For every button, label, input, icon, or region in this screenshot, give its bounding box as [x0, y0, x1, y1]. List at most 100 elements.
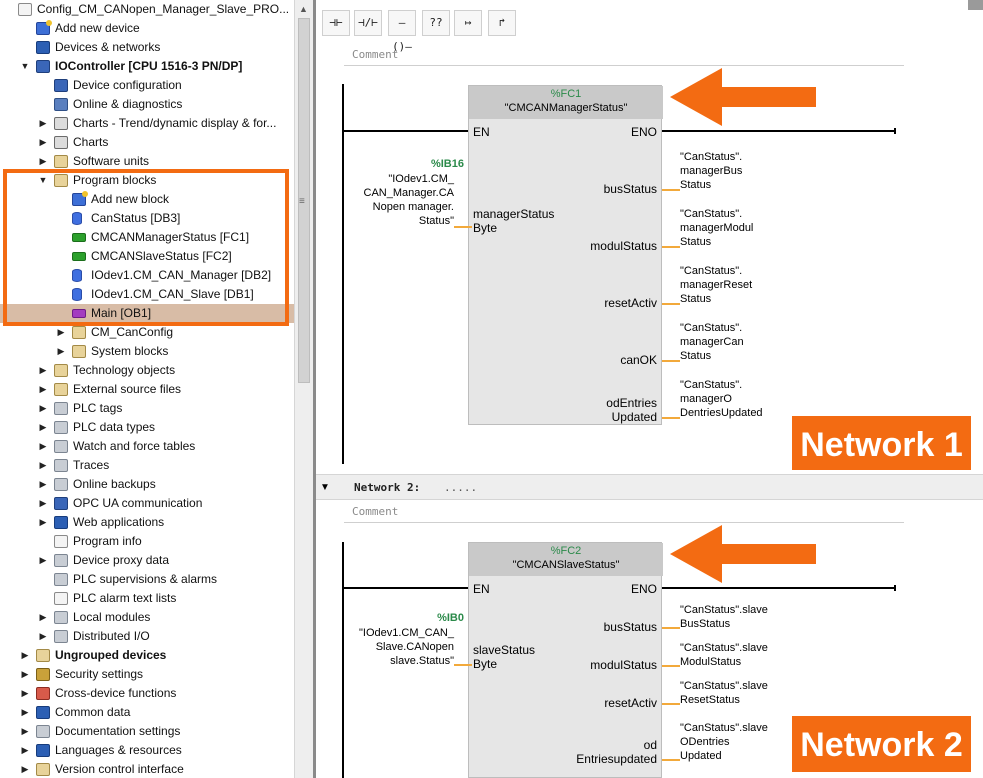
fc2-output-operand[interactable]: "CanStatus".slave ODentries Updated: [680, 721, 768, 763]
collapse-network-icon[interactable]: ▼: [320, 482, 330, 493]
tree-item[interactable]: ▶ Version control interface: [0, 760, 294, 778]
tree-item-label: Device configuration: [73, 78, 182, 92]
tree-item[interactable]: Main [OB1]: [0, 304, 294, 323]
trace-icon: [54, 459, 68, 472]
expand-arrow-icon[interactable]: ▶: [38, 152, 48, 171]
expand-arrow-icon[interactable]: ▶: [56, 323, 66, 342]
tree-item[interactable]: ▶ Web applications: [0, 513, 294, 532]
tree-item[interactable]: Add new device: [0, 19, 294, 38]
tree-item[interactable]: ▼ IOController [CPU 1516-3 PN/DP]: [0, 57, 294, 76]
splitter-grip-icon[interactable]: ≡: [299, 196, 305, 207]
fc1-output-operand[interactable]: "CanStatus". managerReset Status: [680, 264, 752, 306]
expand-arrow-icon[interactable]: ▶: [38, 399, 48, 418]
tree-item[interactable]: ▶ Watch and force tables: [0, 437, 294, 456]
tree-item[interactable]: CMCANSlaveStatus [FC2]: [0, 247, 294, 266]
open-branch-button[interactable]: ↦: [454, 10, 482, 36]
tree-item[interactable]: CMCANManagerStatus [FC1]: [0, 228, 294, 247]
tree-item[interactable]: ▶ CM_CanConfig: [0, 323, 294, 342]
network2-title-placeholder[interactable]: .....: [444, 481, 477, 494]
tree-item[interactable]: ▶ Charts - Trend/dynamic display & for...: [0, 114, 294, 133]
nc-contact-button[interactable]: ⊣/⊢: [354, 10, 382, 36]
tree-item[interactable]: PLC supervisions & alarms: [0, 570, 294, 589]
fc1-output-operand[interactable]: "CanStatus". managerCan Status: [680, 321, 744, 363]
tree-item[interactable]: ▶ Traces: [0, 456, 294, 475]
expand-arrow-icon[interactable]: ▶: [38, 551, 48, 570]
expand-arrow-icon[interactable]: ▶: [38, 513, 48, 532]
scroll-up-icon[interactable]: ▲: [299, 4, 308, 14]
expand-arrow-icon[interactable]: ▶: [20, 741, 30, 760]
tree-item[interactable]: Add new block: [0, 190, 294, 209]
tree-item[interactable]: IOdev1.CM_CAN_Manager [DB2]: [0, 266, 294, 285]
tree-item[interactable]: Program info: [0, 532, 294, 551]
expand-arrow-icon[interactable]: ▶: [38, 361, 48, 380]
tree-item[interactable]: ▶ Languages & resources: [0, 741, 294, 760]
tree-item[interactable]: ▶ Cross-device functions: [0, 684, 294, 703]
tree-item[interactable]: ▶ Technology objects: [0, 361, 294, 380]
tree-item[interactable]: IOdev1.CM_CAN_Slave [DB1]: [0, 285, 294, 304]
tree-item[interactable]: Devices & networks: [0, 38, 294, 57]
expand-arrow-icon[interactable]: ▶: [20, 684, 30, 703]
expand-arrow-icon[interactable]: ▶: [38, 494, 48, 513]
tree-item[interactable]: ▶ Online backups: [0, 475, 294, 494]
fc2-input-operand[interactable]: "IOdev1.CM_CAN_ Slave.CANopen slave.Stat…: [346, 626, 454, 668]
expand-arrow-icon[interactable]: ▶: [38, 456, 48, 475]
expand-arrow-icon[interactable]: ▶: [38, 380, 48, 399]
tree-item[interactable]: ▶ OPC UA communication: [0, 494, 294, 513]
collapse-arrow-icon[interactable]: ▼: [38, 171, 48, 190]
network2-header[interactable]: ▼ Network 2: .....: [316, 474, 983, 500]
no-contact-button[interactable]: ⊣⊢: [322, 10, 350, 36]
expand-arrow-icon[interactable]: ▶: [38, 475, 48, 494]
expand-arrow-icon[interactable]: ▶: [38, 133, 48, 152]
expand-arrow-icon[interactable]: ▶: [20, 646, 30, 665]
network2-title[interactable]: Network 2:: [354, 481, 420, 494]
fc1-input-operand[interactable]: "IOdev1.CM_ CAN_Manager.CA Nopen manager…: [358, 172, 455, 228]
tree-item[interactable]: Online & diagnostics: [0, 95, 294, 114]
tree-item[interactable]: ▶ PLC data types: [0, 418, 294, 437]
tree-item[interactable]: ▶ Security settings: [0, 665, 294, 684]
expand-arrow-icon[interactable]: ▶: [38, 418, 48, 437]
network1-comment[interactable]: Comment: [344, 44, 904, 66]
tree-item[interactable]: ▶ External source files: [0, 380, 294, 399]
expand-arrow-icon[interactable]: ▶: [38, 608, 48, 627]
fc1-output-operand[interactable]: "CanStatus". managerBus Status: [680, 150, 742, 192]
tree-item[interactable]: PLC alarm text lists: [0, 589, 294, 608]
collapse-arrow-icon[interactable]: ▼: [20, 57, 30, 76]
tree-item[interactable]: ▶ System blocks: [0, 342, 294, 361]
fc1-en-pin: EN: [473, 125, 490, 139]
expand-arrow-icon[interactable]: ▶: [38, 437, 48, 456]
expand-arrow-icon[interactable]: ▶: [20, 760, 30, 778]
fc1-output-operand[interactable]: "CanStatus". managerModul Status: [680, 207, 753, 249]
tree-item[interactable]: Device configuration: [0, 76, 294, 95]
expand-arrow-icon[interactable]: ▶: [20, 703, 30, 722]
tree-item[interactable]: ▶ PLC tags: [0, 399, 294, 418]
fc2-output-operand[interactable]: "CanStatus".slave BusStatus: [680, 603, 768, 631]
fc2-input-address[interactable]: %IB0: [376, 611, 464, 625]
tree-item[interactable]: ▶ Device proxy data: [0, 551, 294, 570]
expand-arrow-icon[interactable]: ▶: [20, 665, 30, 684]
network2-comment[interactable]: Comment: [344, 501, 904, 523]
tree-item[interactable]: Config_CM_CANopen_Manager_Slave_PRO...: [0, 0, 294, 19]
expand-arrow-icon[interactable]: ▶: [20, 722, 30, 741]
tree-item[interactable]: ▶ Documentation settings: [0, 722, 294, 741]
fc2-output-operand[interactable]: "CanStatus".slave ResetStatus: [680, 679, 768, 707]
fc1-input-address[interactable]: %IB16: [376, 157, 464, 171]
tree-item[interactable]: ▶ Software units: [0, 152, 294, 171]
tree-item[interactable]: CanStatus [DB3]: [0, 209, 294, 228]
tree-scrollbar[interactable]: ▲ ≡: [294, 0, 313, 778]
tree-item[interactable]: ▶ Local modules: [0, 608, 294, 627]
close-branch-button[interactable]: ↱: [488, 10, 516, 36]
fc2-output-operand[interactable]: "CanStatus".slave ModulStatus: [680, 641, 768, 669]
expand-arrow-icon[interactable]: ▶: [56, 342, 66, 361]
coil-button[interactable]: –()–: [388, 10, 416, 53]
empty-box-button[interactable]: ??: [422, 10, 450, 36]
tree-item[interactable]: ▼ Program blocks: [0, 171, 294, 190]
fc1-block[interactable]: %FC1 "CMCANManagerStatus" EN ENO manager…: [468, 85, 663, 425]
tree-item[interactable]: ▶ Distributed I/O: [0, 627, 294, 646]
expand-arrow-icon[interactable]: ▶: [38, 627, 48, 646]
tree-item[interactable]: ▶ Charts: [0, 133, 294, 152]
fc1-output-operand[interactable]: "CanStatus". managerO DentriesUpdated: [680, 378, 763, 420]
fc2-block[interactable]: %FC2 "CMCANSlaveStatus" EN ENO slaveStat…: [468, 542, 663, 778]
tree-item[interactable]: ▶ Ungrouped devices: [0, 646, 294, 665]
tree-item[interactable]: ▶ Common data: [0, 703, 294, 722]
expand-arrow-icon[interactable]: ▶: [38, 114, 48, 133]
